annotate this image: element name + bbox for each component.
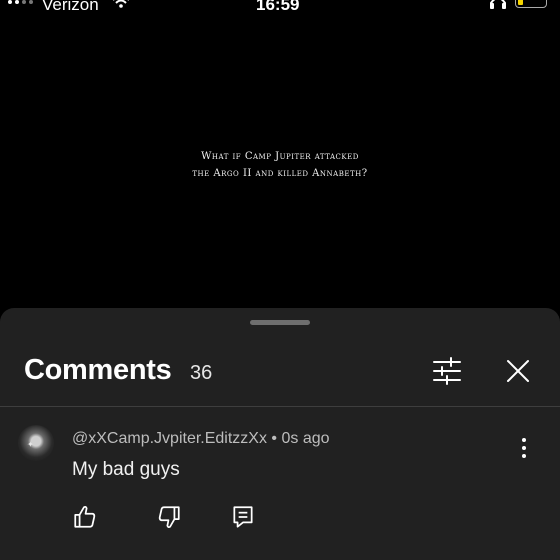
close-icon[interactable] [503, 356, 533, 386]
battery-icon [515, 0, 547, 8]
avatar[interactable]: ✦ [18, 425, 54, 461]
comments-sheet: Comments 36 ✦ @xXCamp.Jvpiter.EditzzXx •… [0, 308, 560, 560]
comments-title: Comments [24, 354, 172, 386]
comment-text: My bad guys [72, 459, 180, 480]
clock-time: 16:59 [256, 0, 300, 14]
header-divider [0, 406, 560, 407]
video-caption-line-2: the Argo II and killed Annabeth? [192, 168, 368, 179]
avatar-image-icon: ✦ [27, 440, 34, 449]
comment-meta: @xXCamp.Jvpiter.EditzzXx • 0s ago [72, 430, 330, 448]
comment-separator: • [271, 430, 278, 447]
dislike-icon[interactable] [156, 504, 182, 530]
drag-handle[interactable] [250, 320, 310, 325]
reply-icon[interactable] [230, 504, 256, 530]
headphones-icon [488, 0, 508, 10]
video-player[interactable]: What if Camp Jupiter attacked the Argo I… [0, 14, 560, 310]
video-caption-line-1: What if Camp Jupiter attacked [201, 151, 359, 162]
video-caption: What if Camp Jupiter attacked the Argo I… [0, 148, 560, 182]
sliders-icon[interactable] [430, 356, 464, 386]
more-options-icon[interactable] [512, 434, 536, 462]
comments-count: 36 [190, 362, 213, 384]
like-icon[interactable] [72, 504, 98, 530]
comment-author[interactable]: @xXCamp.Jvpiter.EditzzXx [72, 430, 267, 447]
status-bar: Verizon 16:59 [0, 0, 560, 14]
carrier-label: Verizon [42, 0, 99, 14]
comment-item: ✦ @xXCamp.Jvpiter.EditzzXx • 0s ago My b… [0, 418, 560, 558]
signal-icon [8, 0, 33, 4]
wifi-icon [112, 0, 130, 8]
comment-time: 0s ago [281, 430, 330, 447]
